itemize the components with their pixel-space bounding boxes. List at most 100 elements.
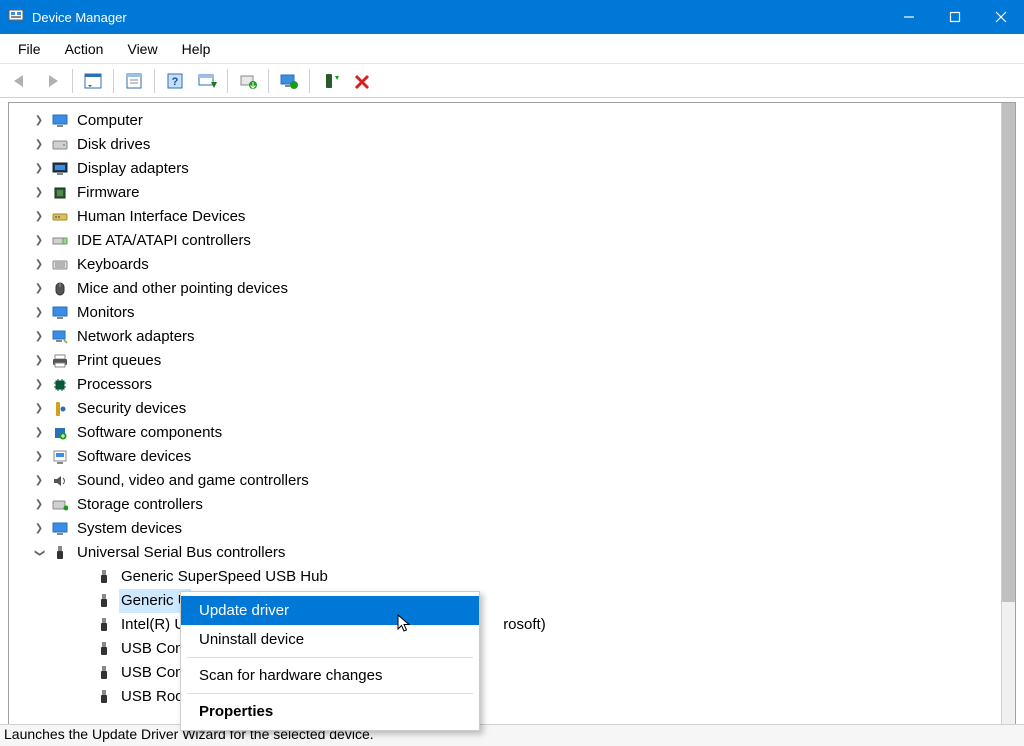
forward-button[interactable]: [38, 67, 66, 95]
expand-chevron-icon[interactable]: ❯: [33, 109, 45, 133]
tree-child-item[interactable]: Generic SuperSpeed USB Hub: [33, 565, 1011, 589]
tree-item-label: Security devices: [75, 397, 188, 421]
tree-item[interactable]: ❯Keyboards: [33, 253, 1011, 277]
tree-item[interactable]: ❯Software devices: [33, 445, 1011, 469]
toolbar-divider: [268, 69, 269, 93]
tree-item[interactable]: ❯Disk drives: [33, 133, 1011, 157]
mouse-cursor-icon: [397, 614, 413, 637]
menu-view[interactable]: View: [117, 37, 167, 61]
expand-chevron-icon[interactable]: ❯: [33, 133, 45, 157]
tree-item[interactable]: ❯System devices: [33, 517, 1011, 541]
expand-chevron-icon[interactable]: ❯: [33, 181, 45, 205]
usb-icon: [95, 592, 113, 610]
tree-item[interactable]: ❯ Security devices: [33, 397, 1011, 421]
ctx-separator: [187, 657, 473, 658]
tree-item[interactable]: ❯ Display adapters: [33, 157, 1011, 181]
ctx-update-driver[interactable]: Update driver: [181, 596, 479, 625]
tree-item[interactable]: ❯ Print queues: [33, 349, 1011, 373]
storage-icon: [51, 496, 69, 514]
menu-file[interactable]: File: [8, 37, 51, 61]
expand-chevron-icon[interactable]: ❯: [33, 469, 45, 493]
ctx-separator: [187, 693, 473, 694]
scrollbar-thumb[interactable]: [1002, 103, 1015, 602]
update-driver-toolbar-button[interactable]: [234, 67, 262, 95]
ctx-properties[interactable]: Properties: [181, 697, 479, 726]
expand-chevron-icon[interactable]: ❯: [33, 205, 45, 229]
network-icon: [51, 328, 69, 346]
expand-chevron-icon[interactable]: ❯: [33, 301, 45, 325]
disk-icon: [51, 136, 69, 154]
ctx-scan-hardware[interactable]: Scan for hardware changes: [181, 661, 479, 690]
expand-chevron-icon[interactable]: ❯: [33, 157, 45, 181]
menu-help[interactable]: Help: [172, 37, 221, 61]
expand-chevron-icon[interactable]: ❯: [33, 253, 45, 277]
content-area: ❯Computer❯Disk drives❯Display adapters❯F…: [0, 98, 1024, 724]
tree-item-label: Universal Serial Bus controllers: [75, 541, 287, 565]
menu-action[interactable]: Action: [55, 37, 114, 61]
tree-item[interactable]: ❯Computer: [33, 109, 1011, 133]
tree-item-label: Storage controllers: [75, 493, 205, 517]
expand-chevron-icon[interactable]: ❯: [33, 421, 45, 445]
tree-item[interactable]: ❯ Mice and other pointing devices: [33, 277, 1011, 301]
expand-chevron-icon[interactable]: ❯: [33, 517, 45, 541]
close-button[interactable]: [978, 0, 1024, 34]
uninstall-monitor-toolbar-button[interactable]: [275, 67, 303, 95]
scan-toolbar-button[interactable]: [193, 67, 221, 95]
expand-chevron-icon[interactable]: ❯: [33, 397, 45, 421]
minimize-button[interactable]: [886, 0, 932, 34]
tree-item[interactable]: ❯Software components: [33, 421, 1011, 445]
vertical-scrollbar[interactable]: [1001, 103, 1015, 724]
usb-icon: [95, 688, 113, 706]
tree-item-label: USB Roo: [119, 685, 186, 709]
usb-icon: [95, 616, 113, 634]
window-controls: [886, 0, 1024, 34]
tree-item-usb-controllers[interactable]: ❯Universal Serial Bus controllers: [33, 541, 1011, 565]
expand-chevron-icon[interactable]: ❯: [33, 277, 45, 301]
toolbar: ?: [0, 64, 1024, 98]
processor-icon: [51, 376, 69, 394]
expand-chevron-icon[interactable]: ❯: [33, 445, 45, 469]
tree-item[interactable]: ❯IDE ATA/ATAPI controllers: [33, 229, 1011, 253]
window-title: Device Manager: [32, 10, 127, 25]
toolbar-divider: [227, 69, 228, 93]
hid-icon: [51, 208, 69, 226]
ctx-item-label: Uninstall device: [199, 631, 304, 648]
tree-item-label: Mice and other pointing devices: [75, 277, 290, 301]
expand-chevron-icon[interactable]: ❯: [33, 229, 45, 253]
usb-icon: [95, 664, 113, 682]
toolbar-divider: [113, 69, 114, 93]
tree-item-label: Display adapters: [75, 157, 191, 181]
properties-toolbar-button[interactable]: [120, 67, 148, 95]
ctx-uninstall-device[interactable]: Uninstall device: [181, 625, 479, 654]
tree-item[interactable]: ❯ Storage controllers: [33, 493, 1011, 517]
menu-bar: File Action View Help: [0, 34, 1024, 64]
ctx-item-label: Properties: [199, 703, 273, 720]
swdev-icon: [51, 448, 69, 466]
tree-item[interactable]: ❯ Firmware: [33, 181, 1011, 205]
display-icon: [51, 160, 69, 178]
enable-device-toolbar-button[interactable]: [316, 67, 344, 95]
tree-item[interactable]: ❯Sound, video and game controllers: [33, 469, 1011, 493]
back-button[interactable]: [6, 67, 34, 95]
expand-chevron-icon[interactable]: ❯: [33, 373, 45, 397]
expand-chevron-icon[interactable]: ❯: [33, 325, 45, 349]
tree-item-label: Print queues: [75, 349, 163, 373]
ctx-item-label: Scan for hardware changes: [199, 667, 382, 684]
disable-device-toolbar-button[interactable]: [348, 67, 376, 95]
ctx-item-label: Update driver: [199, 602, 289, 619]
tree-item-label: Firmware: [75, 181, 142, 205]
collapse-chevron-icon[interactable]: ❯: [27, 547, 51, 559]
maximize-button[interactable]: [932, 0, 978, 34]
svg-text:?: ?: [172, 76, 179, 88]
softcomp-icon: [51, 424, 69, 442]
tree-item[interactable]: ❯Network adapters: [33, 325, 1011, 349]
expand-chevron-icon[interactable]: ❯: [33, 493, 45, 517]
tree-item[interactable]: ❯Monitors: [33, 301, 1011, 325]
expand-chevron-icon[interactable]: ❯: [33, 349, 45, 373]
show-hide-tree-button[interactable]: [79, 67, 107, 95]
toolbar-divider: [309, 69, 310, 93]
tree-item[interactable]: ❯Human Interface Devices: [33, 205, 1011, 229]
tree-item[interactable]: ❯Processors: [33, 373, 1011, 397]
tree-item-label: Intel(R) U: [119, 613, 187, 637]
help-toolbar-button[interactable]: ?: [161, 67, 189, 95]
